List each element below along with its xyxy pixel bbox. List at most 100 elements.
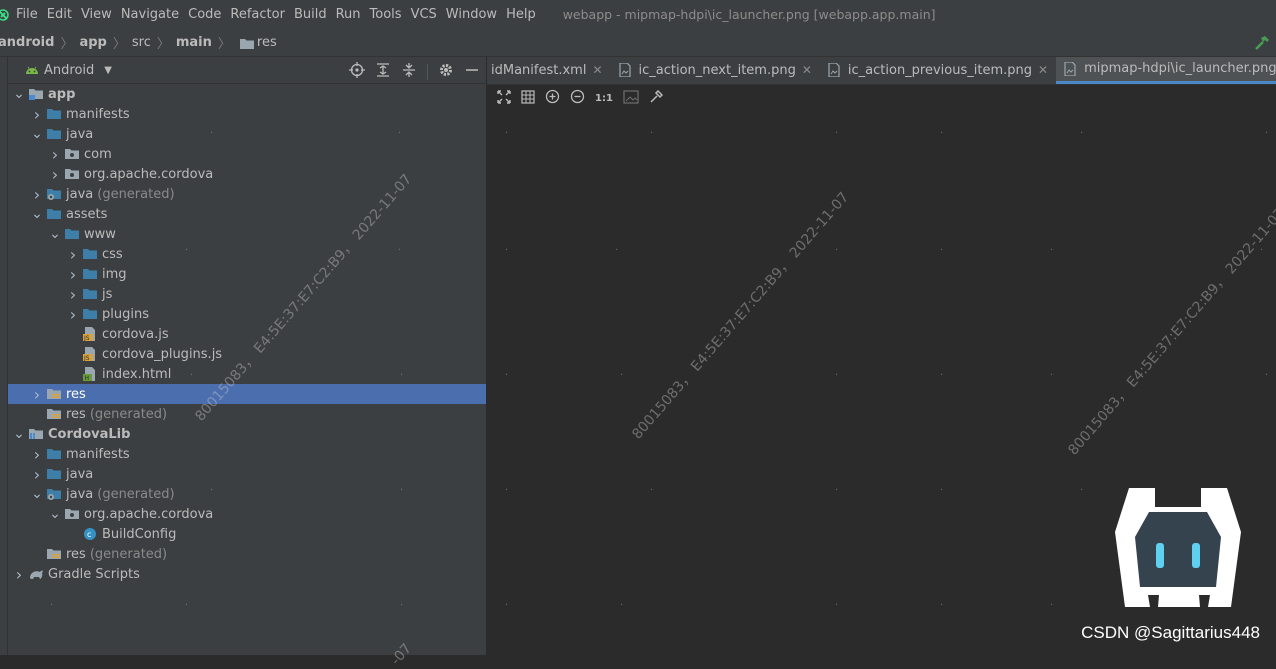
csdn-watermark: CSDN @Sagittarius448: [1081, 623, 1260, 642]
watermark-dot: ·: [398, 128, 402, 139]
chevron-right-icon[interactable]: ›: [48, 164, 62, 184]
breadcrumb-item-res[interactable]: res: [237, 35, 277, 50]
minimize-icon[interactable]: [464, 62, 480, 82]
watermark-dot: ·: [620, 600, 624, 611]
close-icon[interactable]: ✕: [1038, 63, 1048, 77]
collapse-all-icon[interactable]: [401, 62, 417, 82]
menu-tools[interactable]: Tools: [370, 7, 402, 22]
menu-refactor[interactable]: Refactor: [230, 7, 285, 22]
locate-icon[interactable]: [349, 62, 365, 82]
watermark-dot: ·: [210, 485, 214, 496]
expand-all-icon[interactable]: [375, 62, 391, 82]
chevron-right-icon[interactable]: ›: [66, 264, 80, 284]
folder-icon: [46, 107, 62, 121]
editor-tab[interactable]: mipmap-hdpi\ic_launcher.png✕: [1056, 57, 1276, 84]
breadcrumb-item-project[interactable]: android: [0, 35, 54, 50]
chevron-down-icon[interactable]: ⌄: [30, 124, 44, 144]
fit-to-screen-icon[interactable]: [497, 89, 511, 108]
menu-run[interactable]: Run: [336, 7, 361, 22]
chevron-down-icon[interactable]: ⌄: [48, 504, 62, 524]
chevron-right-icon[interactable]: ›: [30, 464, 44, 484]
color-picker-icon[interactable]: [649, 89, 663, 108]
background-icon[interactable]: [623, 89, 639, 108]
grid-icon[interactable]: [521, 89, 535, 108]
tree-row-res[interactable]: res (generated): [8, 404, 486, 424]
watermark-dot: ·: [620, 370, 624, 381]
window-title: webapp - mipmap-hdpi\ic_launcher.png [we…: [562, 7, 936, 22]
chevron-right-icon[interactable]: ›: [30, 104, 44, 124]
tree-row-gradle-scripts[interactable]: › Gradle Scripts: [8, 564, 486, 584]
tree-item-label: img: [102, 266, 127, 282]
watermark-dot: ·: [1050, 600, 1054, 611]
chevron-right-icon[interactable]: ›: [66, 304, 80, 324]
tree-row-assets[interactable]: ⌄ assets: [8, 204, 486, 224]
watermark-dot: ·: [835, 245, 839, 256]
menu-view[interactable]: View: [81, 7, 112, 22]
menu-edit[interactable]: Edit: [47, 7, 72, 22]
tree-row-js[interactable]: › js: [8, 284, 486, 304]
tree-row-buildconfig[interactable]: c BuildConfig: [8, 524, 486, 544]
chevron-down-icon[interactable]: ⌄: [48, 224, 62, 244]
tree-row-java[interactable]: ⌄ java (generated): [8, 484, 486, 504]
editor-tab[interactable]: ic_action_next_item.png ✕: [611, 57, 820, 84]
chevron-right-icon[interactable]: ›: [66, 284, 80, 304]
breadcrumb-item-app[interactable]: app: [79, 35, 106, 50]
chevron-down-icon[interactable]: ⌄: [30, 484, 44, 504]
tree-row-img[interactable]: › img: [8, 264, 486, 284]
tree-row-app[interactable]: ⌄ app: [8, 84, 486, 104]
chevron-right-icon[interactable]: ›: [66, 244, 80, 264]
chevron-right-icon[interactable]: ›: [30, 444, 44, 464]
actual-size-button[interactable]: 1:1: [595, 93, 613, 104]
tree-item-label: java: [66, 126, 94, 142]
gear-icon[interactable]: [438, 62, 454, 82]
gradle-icon: [28, 567, 44, 581]
zoom-out-icon[interactable]: [570, 89, 585, 108]
chevron-right-icon[interactable]: ›: [30, 184, 44, 204]
watermark-dot: ·: [1265, 370, 1269, 381]
tree-row-java[interactable]: ⌄ java: [8, 124, 486, 144]
editor-tab[interactable]: idManifest.xml ✕: [487, 57, 611, 84]
chevron-down-icon[interactable]: ⌄: [12, 84, 26, 104]
close-icon[interactable]: ✕: [592, 63, 602, 77]
menu-build[interactable]: Build: [294, 7, 327, 22]
zoom-in-icon[interactable]: [545, 89, 560, 108]
res-folder-icon: [46, 547, 62, 561]
breadcrumb-item-main[interactable]: main: [176, 35, 212, 50]
tree-row-java[interactable]: › java: [8, 464, 486, 484]
tree-row-java[interactable]: › java (generated): [8, 184, 486, 204]
project-view-selector[interactable]: Android ▼: [22, 63, 112, 78]
close-icon[interactable]: ✕: [802, 63, 812, 77]
tree-row-res[interactable]: › res: [8, 384, 486, 404]
chevron-right-icon[interactable]: ›: [12, 564, 26, 584]
tree-row-org-apache-cordova[interactable]: ⌄ org.apache.cordova: [8, 504, 486, 524]
editor-tab[interactable]: ic_action_previous_item.png ✕: [820, 57, 1056, 84]
tree-row-res[interactable]: res (generated): [8, 544, 486, 564]
breadcrumb-item-src[interactable]: src: [132, 35, 151, 50]
chevron-right-icon[interactable]: ›: [48, 144, 62, 164]
divider: [427, 64, 428, 80]
chevron-down-icon[interactable]: ⌄: [12, 424, 26, 444]
chevron-right-icon[interactable]: ›: [30, 384, 44, 404]
project-view-label: Android: [44, 62, 95, 78]
tree-row-cordova-js[interactable]: JS cordova.js: [8, 324, 486, 344]
chevron-down-icon[interactable]: ⌄: [30, 204, 44, 224]
menu-vcs[interactable]: VCS: [411, 7, 437, 22]
tree-item-suffix: (generated): [89, 546, 168, 562]
menu-navigate[interactable]: Navigate: [121, 7, 179, 22]
menu-file[interactable]: File: [16, 7, 38, 22]
tree-row-plugins[interactable]: › plugins: [8, 304, 486, 324]
tree-row-manifests[interactable]: › manifests: [8, 104, 486, 124]
tool-window-strip[interactable]: [0, 57, 8, 655]
menu-code[interactable]: Code: [188, 7, 221, 22]
tree-row-com[interactable]: › com: [8, 144, 486, 164]
tree-row-www[interactable]: ⌄ www: [8, 224, 486, 244]
menu-window[interactable]: Window: [446, 7, 497, 22]
build-hammer-icon[interactable]: [1254, 35, 1270, 55]
tree-row-manifests[interactable]: › manifests: [8, 444, 486, 464]
tree-row-css[interactable]: › css: [8, 244, 486, 264]
tree-row-cordovalib[interactable]: ⌄ CordovaLib: [8, 424, 486, 444]
menu-help[interactable]: Help: [506, 7, 536, 22]
